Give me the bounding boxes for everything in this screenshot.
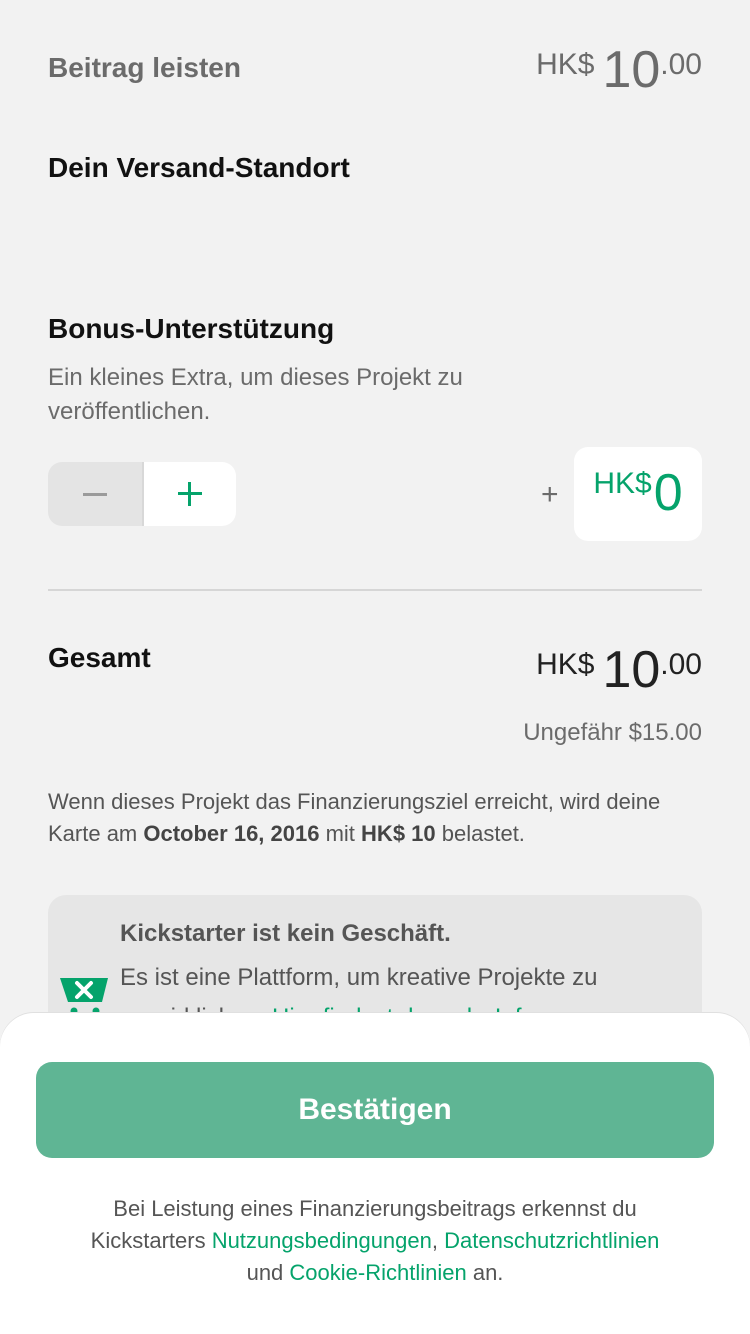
charge-amount: HK$ 10 <box>361 821 436 846</box>
pledge-whole: 10 <box>602 41 661 99</box>
bonus-support-title: Bonus-Unterstützung <box>48 313 335 344</box>
terms-text-2: , <box>431 1228 445 1253</box>
cookie-policy-link[interactable]: Cookie-Richtlinien <box>289 1260 466 1285</box>
increment-button[interactable] <box>142 462 236 526</box>
terms-text: Bei Leistung eines Finanzierungsbeitrags… <box>80 1193 670 1289</box>
charge-note-text-2: mit <box>319 821 362 846</box>
pledge-currency: HK$ <box>536 48 595 81</box>
info-title: Kickstarter ist kein Geschäft. <box>120 920 451 947</box>
total-label: Gesamt <box>48 642 151 673</box>
bonus-plus-sign: + <box>541 478 559 511</box>
charge-note-text-3: belastet. <box>435 821 525 846</box>
total-amount: HK$ 10 .00 <box>536 644 702 696</box>
terms-of-use-link[interactable]: Nutzungsbedingungen <box>212 1228 432 1253</box>
approx-amount: Ungefähr $15.00 <box>523 719 702 746</box>
privacy-policy-link[interactable]: Datenschutzrichtlinien <box>444 1228 659 1253</box>
charge-date: October 16, 2016 <box>143 821 320 846</box>
terms-text-4: an. <box>466 1260 504 1285</box>
shopping-cart-icon <box>60 978 108 1015</box>
charge-note: Wenn dieses Projekt das Finanzierungszie… <box>48 786 708 850</box>
plus-icon <box>178 482 202 506</box>
bonus-currency: HK$ <box>593 467 652 500</box>
pledge-label: Beitrag leisten <box>48 52 241 83</box>
pledge-decimal: .00 <box>660 48 702 81</box>
divider <box>48 589 702 591</box>
bonus-support-description: Ein kleines Extra, um dieses Projekt zu … <box>48 364 463 425</box>
bonus-amount-field[interactable]: HK$ 0 <box>574 447 702 541</box>
shipping-location-title: Dein Versand-Standort <box>48 152 350 183</box>
bonus-amount: 0 <box>653 464 683 522</box>
total-decimal: .00 <box>660 648 702 681</box>
terms-text-3: und <box>246 1260 290 1285</box>
minus-icon <box>83 492 107 496</box>
decrement-button[interactable] <box>48 462 142 526</box>
confirm-button[interactable]: Bestätigen <box>36 1062 714 1158</box>
pledge-amount: HK$ 10 .00 <box>536 44 702 96</box>
total-currency: HK$ <box>536 648 595 681</box>
total-whole: 10 <box>602 641 661 699</box>
bonus-stepper <box>48 462 236 526</box>
